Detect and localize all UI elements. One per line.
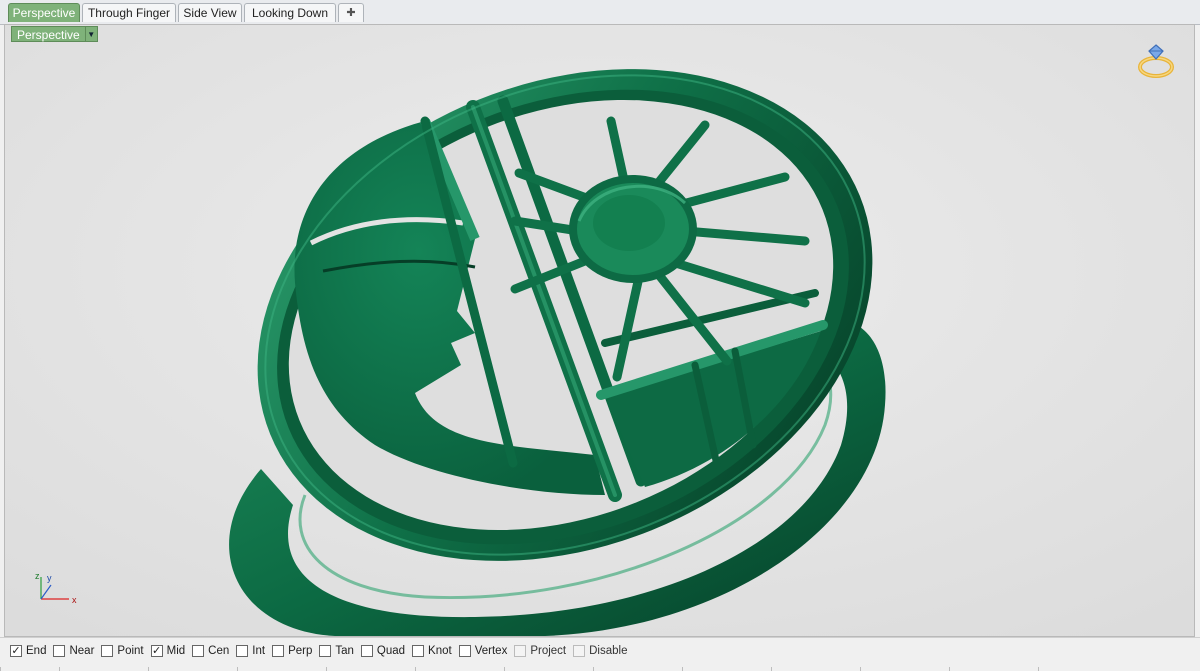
- axis-z-label: z: [35, 571, 40, 581]
- osnap-checkbox[interactable]: [458, 645, 471, 657]
- osnap-label: Vertex: [474, 645, 508, 657]
- osnap-project: Project: [514, 645, 566, 657]
- osnap-int[interactable]: Int: [236, 645, 265, 657]
- tab-perspective[interactable]: Perspective: [8, 3, 80, 22]
- osnap-tan[interactable]: Tan: [319, 645, 354, 657]
- osnap-label: Int: [252, 645, 266, 657]
- osnap-label: Perp: [288, 645, 313, 657]
- ring-icon[interactable]: [1136, 41, 1176, 81]
- osnap-label: Quad: [376, 645, 406, 657]
- osnap-label: End: [26, 645, 47, 657]
- world-axes-icon: x z y: [35, 571, 77, 605]
- perspective-viewport[interactable]: Perspective ▼ x z y: [4, 24, 1195, 637]
- osnap-checkbox[interactable]: [272, 645, 285, 657]
- osnap-checkbox: [514, 645, 527, 657]
- ring-model-render[interactable]: [5, 25, 1194, 636]
- osnap-checkbox: [573, 645, 586, 657]
- osnap-label: Disable: [589, 645, 628, 657]
- add-tab-button[interactable]: ✚: [338, 3, 364, 22]
- osnap-cen[interactable]: Cen: [192, 645, 229, 657]
- osnap-label: Cen: [208, 645, 230, 657]
- osnap-end[interactable]: ✓ End: [10, 645, 46, 657]
- osnap-label: Point: [117, 645, 144, 657]
- osnap-label: Tan: [335, 645, 354, 657]
- osnap-knot[interactable]: Knot: [412, 645, 452, 657]
- osnap-checkbox[interactable]: [319, 645, 332, 657]
- osnap-point[interactable]: Point: [101, 645, 144, 657]
- osnap-checkbox[interactable]: [412, 645, 425, 657]
- osnap-checkbox[interactable]: [101, 645, 114, 657]
- tab-side-view[interactable]: Side View: [178, 3, 242, 22]
- osnap-status-bar: ✓ End Near Point ✓ Mid Cen Int Perp Tan Quad Knot Ve…: [0, 637, 1200, 671]
- chevron-down-icon[interactable]: ▼: [85, 26, 98, 42]
- osnap-vertex[interactable]: Vertex: [458, 645, 508, 657]
- osnap-label: Project: [530, 645, 567, 657]
- tab-through-finger[interactable]: Through Finger: [82, 3, 176, 22]
- viewport-tab-bar: Perspective Through Finger Side View Loo…: [0, 0, 1200, 25]
- tab-looking-down[interactable]: Looking Down: [244, 3, 336, 22]
- osnap-label: Knot: [428, 645, 452, 657]
- osnap-near[interactable]: Near: [53, 645, 94, 657]
- osnap-checkbox[interactable]: [360, 645, 373, 657]
- axis-x-label: x: [72, 595, 77, 605]
- osnap-list: ✓ End Near Point ✓ Mid Cen Int Perp Tan Quad Knot Ve…: [10, 645, 634, 657]
- osnap-disable: Disable: [573, 645, 627, 657]
- osnap-checkbox[interactable]: ✓: [10, 645, 22, 657]
- viewport-title[interactable]: Perspective ▼: [11, 26, 98, 42]
- osnap-mid[interactable]: ✓ Mid: [150, 645, 186, 657]
- osnap-quad[interactable]: Quad: [360, 645, 406, 657]
- axis-y-label: y: [47, 573, 52, 583]
- plus-icon: ✚: [346, 7, 356, 19]
- osnap-label: Near: [69, 645, 95, 657]
- osnap-label: Mid: [166, 645, 186, 657]
- osnap-checkbox[interactable]: [236, 645, 249, 657]
- status-panes: [0, 667, 1200, 671]
- osnap-checkbox[interactable]: [53, 645, 66, 657]
- osnap-checkbox[interactable]: ✓: [150, 645, 163, 657]
- osnap-checkbox[interactable]: [192, 645, 205, 657]
- osnap-perp[interactable]: Perp: [272, 645, 312, 657]
- viewport-name-label[interactable]: Perspective: [11, 26, 86, 42]
